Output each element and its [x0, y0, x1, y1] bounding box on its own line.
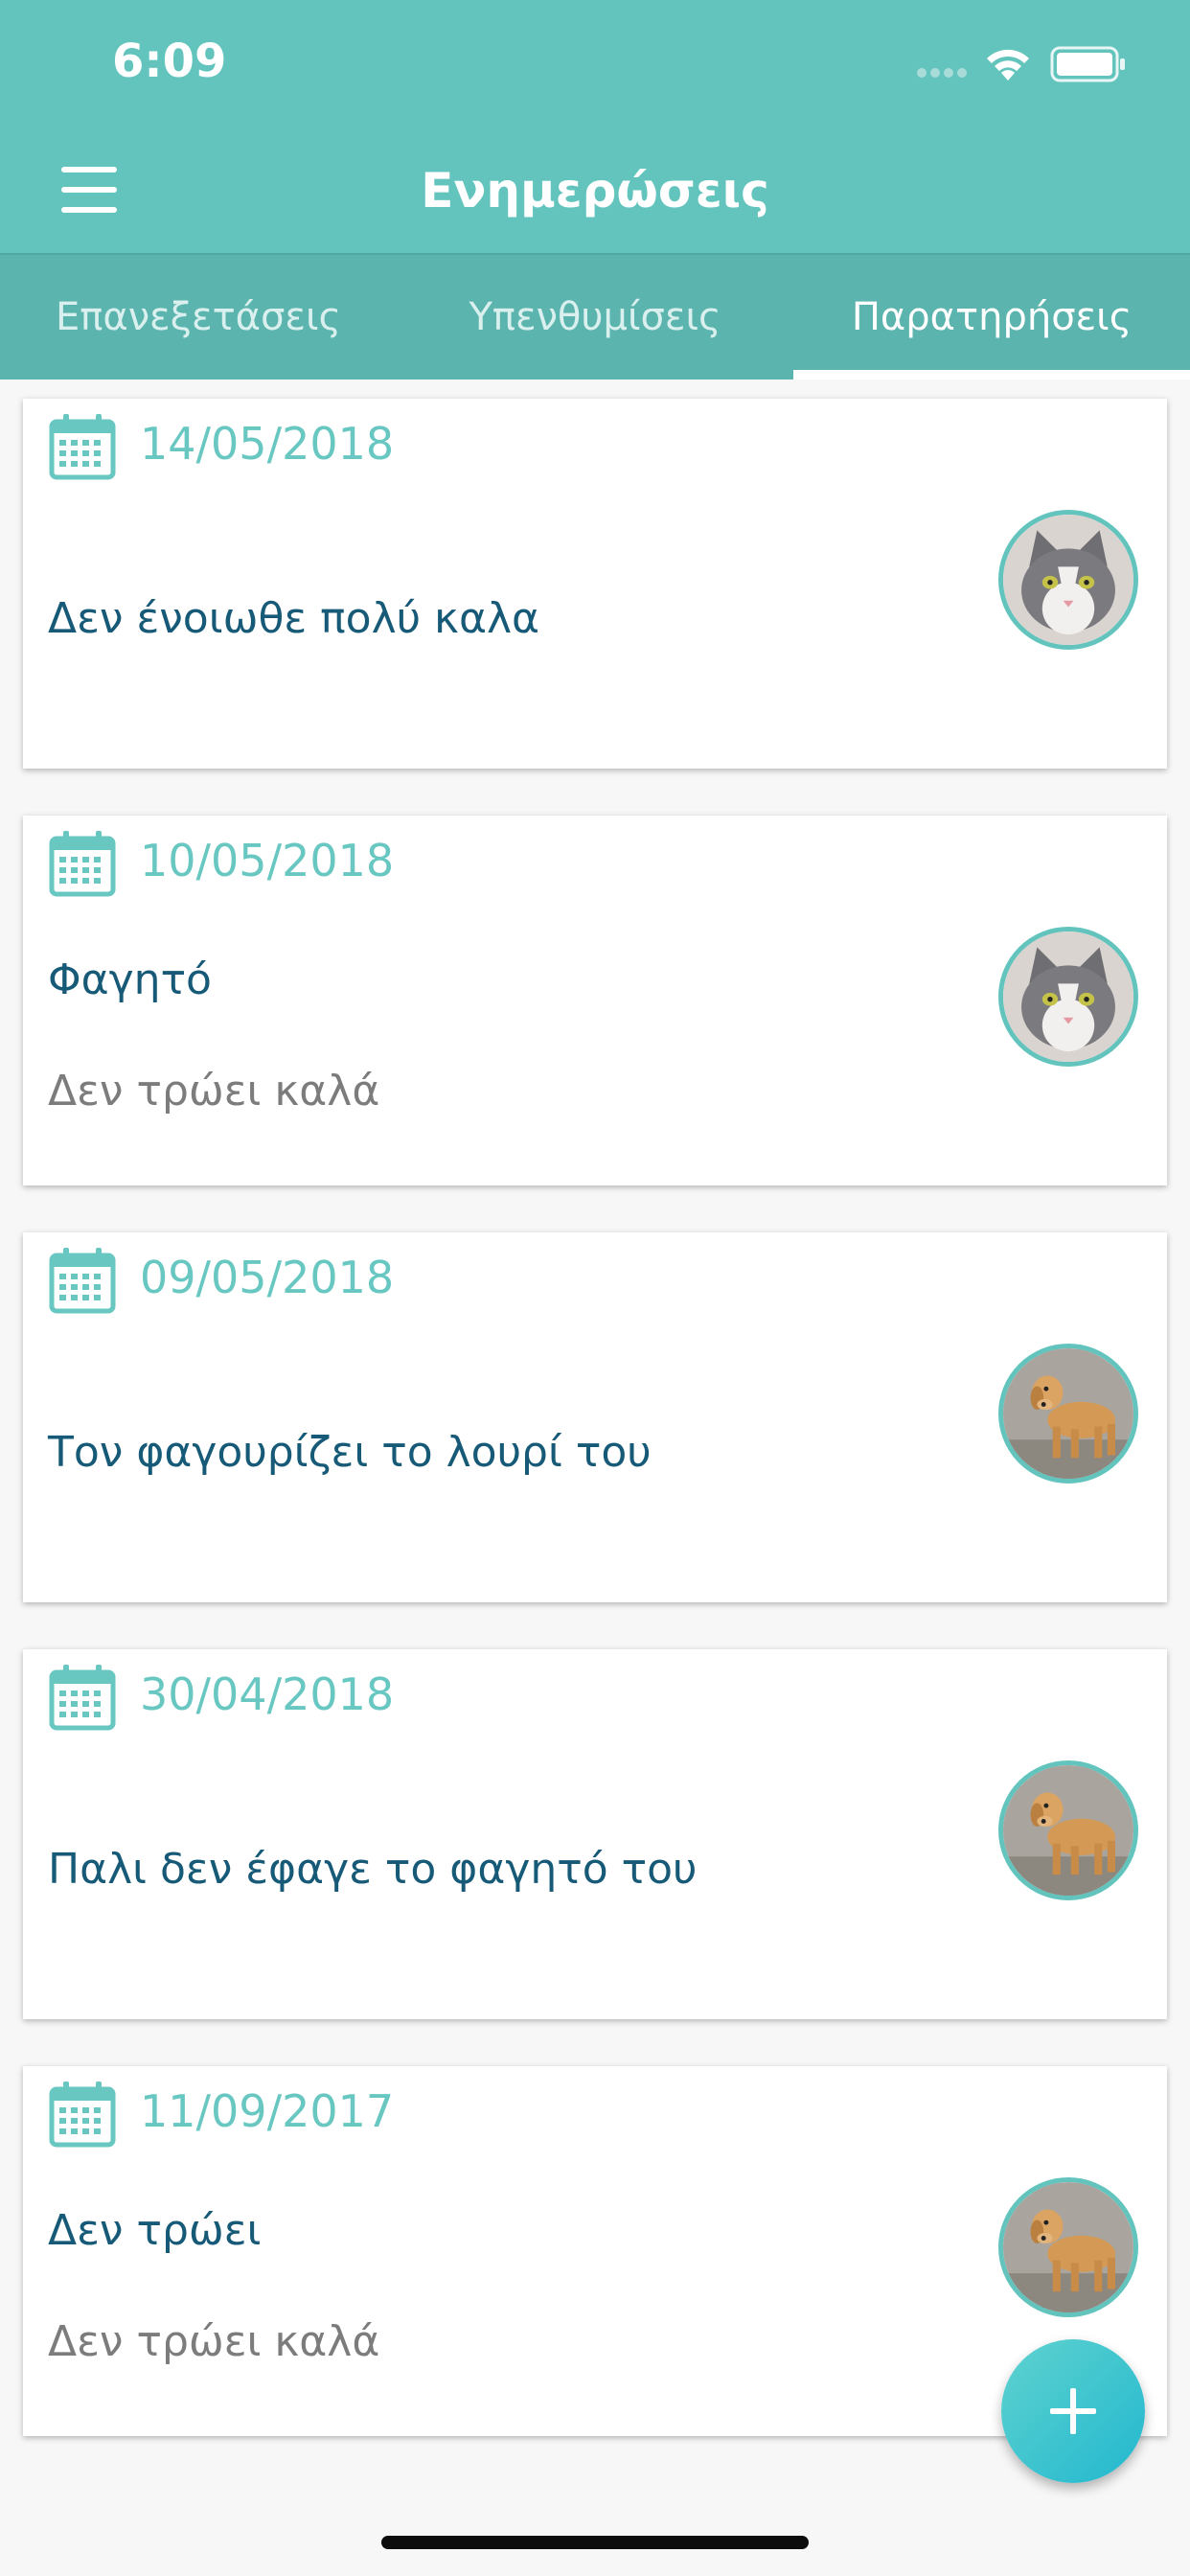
card-title: Παλι δεν έφαγε το φαγητό του: [48, 1845, 698, 1894]
calendar-icon: [48, 412, 117, 481]
status-time: 6:09: [112, 34, 227, 88]
add-observation-button[interactable]: [1001, 2339, 1145, 2483]
observation-card[interactable]: 14/05/2018 Δεν ένοιωθε πολύ καλα: [23, 399, 1167, 769]
tab-observations[interactable]: Παρατηρήσεις: [793, 255, 1190, 380]
pet-avatar-dog: [998, 2177, 1138, 2317]
pet-avatar-dog: [998, 1344, 1138, 1484]
home-indicator[interactable]: [381, 2536, 809, 2549]
pet-avatar-cat: [998, 510, 1138, 650]
calendar-icon: [48, 1663, 117, 1732]
card-title: Τον φαγουρίζει το λουρί του: [48, 1428, 652, 1477]
observation-card[interactable]: 11/09/2017 Δεν τρώει Δεν τρώει καλά: [23, 2066, 1167, 2436]
card-subtitle: Δεν τρώει καλά: [48, 1067, 380, 1116]
card-title: Φαγητό: [48, 955, 212, 1004]
observation-card[interactable]: 30/04/2018 Παλι δεν έφαγε το φαγητό του: [23, 1649, 1167, 2019]
card-title: Δεν ένοιωθε πολύ καλα: [48, 594, 540, 643]
card-date: 10/05/2018: [140, 835, 395, 886]
pet-avatar-dog: [998, 1760, 1138, 1900]
wifi-icon: [987, 49, 1029, 80]
card-date: 14/05/2018: [140, 418, 395, 470]
tab-reexaminations[interactable]: Επανεξετάσεις: [0, 255, 397, 380]
status-bar: 6:09: [0, 0, 1190, 134]
tab-reminders[interactable]: Υπενθυμίσεις: [397, 255, 793, 380]
pet-avatar-cat: [998, 927, 1138, 1067]
navigation-bar: Ενημερώσεις: [0, 134, 1190, 253]
calendar-icon: [48, 2080, 117, 2149]
observation-card[interactable]: 09/05/2018 Τον φαγουρίζει το λουρί του: [23, 1232, 1167, 1602]
active-tab-indicator: [793, 370, 1190, 380]
tab-bar: Επανεξετάσεις Υπενθυμίσεις Παρατηρήσεις: [0, 253, 1190, 380]
observation-card[interactable]: 10/05/2018 Φαγητό Δεν τρώει καλά: [23, 816, 1167, 1185]
card-date: 09/05/2018: [140, 1252, 395, 1303]
page-title: Ενημερώσεις: [421, 163, 769, 218]
calendar-icon: [48, 829, 117, 898]
card-date: 11/09/2017: [140, 2085, 395, 2137]
card-date: 30/04/2018: [140, 1668, 395, 1720]
plus-icon: [1050, 2388, 1096, 2434]
card-subtitle: Δεν τρώει καλά: [48, 2317, 380, 2366]
calendar-icon: [48, 1246, 117, 1315]
card-title: Δεν τρώει: [48, 2206, 262, 2255]
cellular-signal-icon: [917, 68, 967, 78]
battery-icon: [1050, 46, 1125, 82]
